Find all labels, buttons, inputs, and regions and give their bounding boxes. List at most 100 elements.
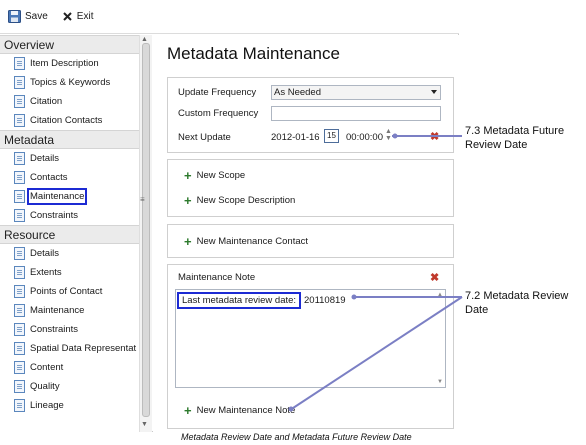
sidebar-item-citation-contacts[interactable]: Citation Contacts [0,111,139,130]
sidebar-item-metadata-constraints[interactable]: Constraints [0,206,139,225]
new-maintenance-contact-button[interactable]: + New Maintenance Contact [184,233,309,249]
section-metadata: Metadata [0,130,139,149]
document-icon [14,209,25,222]
chevron-down-icon [431,90,437,94]
scroll-up-icon[interactable]: ▲ [437,292,443,298]
delete-icon[interactable]: ✖ [430,130,439,143]
sidebar-item-label: Item Description [30,58,99,69]
review-date-callout: 7.2 Metadata Review Date [465,289,568,317]
sidebar-item-label: Details [30,248,60,259]
maintenance-note-label: Maintenance Note [178,272,256,283]
next-update-date[interactable]: 2012-01-16 [271,132,320,143]
future-review-date-callout: 7.3 Metadata Future Review Date [465,124,564,152]
review-callout-line2: Date [465,304,489,316]
sidebar-item-topics-keywords[interactable]: Topics & Keywords [0,73,139,92]
delete-icon[interactable]: ✖ [430,271,439,284]
sidebar-item-lineage[interactable]: Lineage [0,396,139,415]
custom-frequency-label: Custom Frequency [178,108,259,119]
sidebar-item-metadata-maintenance[interactable]: Maintenance [0,187,139,206]
document-icon [14,323,25,336]
new-scope-description-button[interactable]: + New Scope Description [184,194,296,207]
figure-caption: Metadata Review Date and Metadata Future… [181,432,412,442]
sidebar-item-spatial-data-representation[interactable]: Spatial Data Representat [0,339,139,358]
sidebar-item-label: Quality [30,381,60,392]
document-icon [14,342,25,355]
document-icon [14,361,25,374]
sidebar-item-label: Points of Contact [30,286,103,297]
future-review-callout-line1: 7.3 Metadata Future [465,125,565,137]
plus-icon: + [184,402,192,418]
plus-icon: + [184,233,192,249]
sidebar-item-extents[interactable]: Extents [0,263,139,282]
sidebar-item-label: Spatial Data Representat [30,343,137,354]
exit-label: Exit [76,11,94,22]
scope-panel: + New Scope + New Scope Description [167,159,454,217]
section-overview: Overview [0,35,139,54]
sidebar-item-resource-details[interactable]: Details [0,244,139,263]
maintenance-note-prefix: Last metadata review date: [177,292,302,309]
document-icon [14,190,25,203]
new-maintenance-note-button[interactable]: + New Maintenance Note [184,402,296,418]
sidebar-item-label: Lineage [30,400,64,411]
sidebar-list: Overview Item Description Topics & Keywo… [0,35,139,415]
sidebar-item-quality[interactable]: Quality [0,377,139,396]
document-icon [14,304,25,317]
exit-button[interactable]: Exit [58,6,98,28]
sidebar-item-resource-constraints[interactable]: Constraints [0,320,139,339]
sidebar-item-label: Maintenance [30,305,85,316]
new-maintenance-contact-label: New Maintenance Contact [196,236,309,247]
calendar-icon[interactable]: 15 [324,129,339,143]
scrollbar-thumb[interactable] [142,43,150,417]
sidebar: Overview Item Description Topics & Keywo… [0,35,152,432]
sidebar-item-label: Citation [30,96,63,107]
sidebar-item-metadata-details[interactable]: Details [0,149,139,168]
sidebar-item-label: Topics & Keywords [30,77,111,88]
document-icon [14,152,25,165]
sidebar-item-metadata-contacts[interactable]: Contacts [0,168,139,187]
save-button[interactable]: Save [4,6,52,28]
custom-frequency-input[interactable] [271,106,441,121]
next-update-time[interactable]: 00:00:00 [346,132,383,143]
document-icon [14,114,25,127]
maintenance-note-textarea[interactable]: Last metadata review date: 20110819 ▲ ▼ [175,289,446,388]
sidebar-item-label: Citation Contacts [30,115,103,126]
maintenance-note-value: 20110819 [304,295,346,306]
new-scope-label: New Scope [196,170,246,181]
document-icon [14,171,25,184]
sidebar-item-content[interactable]: Content [0,358,139,377]
sidebar-item-item-description[interactable]: Item Description [0,54,139,73]
document-icon [14,57,25,70]
document-icon [14,285,25,298]
sidebar-item-label: Content [30,362,64,373]
update-frequency-label: Update Frequency [178,87,257,98]
new-maintenance-note-label: New Maintenance Note [196,405,296,416]
sidebar-item-citation[interactable]: Citation [0,92,139,111]
sidebar-item-label: Constraints [30,324,79,335]
document-icon [14,76,25,89]
sidebar-item-label: Constraints [30,210,79,221]
next-update-label: Next Update [178,132,231,143]
app-window: Save Exit Overview Item Description Topi… [0,0,459,432]
page-title: Metadata Maintenance [167,44,340,63]
sidebar-scrollbar[interactable] [139,35,152,432]
new-scope-description-label: New Scope Description [196,195,296,206]
toolbar: Save Exit [0,0,459,34]
sidebar-item-points-of-contact[interactable]: Points of Contact [0,282,139,301]
save-label: Save [25,11,48,22]
sidebar-item-resource-maintenance[interactable]: Maintenance [0,301,139,320]
update-frequency-select[interactable]: As Needed [271,85,441,100]
sidebar-item-label: Contacts [30,172,68,183]
sidebar-item-label: Extents [30,267,62,278]
scroll-down-icon[interactable]: ▼ [141,421,148,428]
maintenance-contact-panel: + New Maintenance Contact [167,224,454,258]
scroll-grip-icon: ≡ [140,195,145,204]
scroll-up-icon[interactable]: ▲ [141,36,148,43]
document-icon [14,247,25,260]
document-icon [14,399,25,412]
sidebar-item-label: Details [30,153,60,164]
spinner-icon[interactable]: ▲ ▼ [385,128,392,142]
review-callout-line1: 7.2 Metadata Review [465,290,569,302]
scroll-down-icon[interactable]: ▼ [437,379,443,385]
update-frequency-value: As Needed [274,87,322,98]
new-scope-button[interactable]: + New Scope [184,169,246,182]
